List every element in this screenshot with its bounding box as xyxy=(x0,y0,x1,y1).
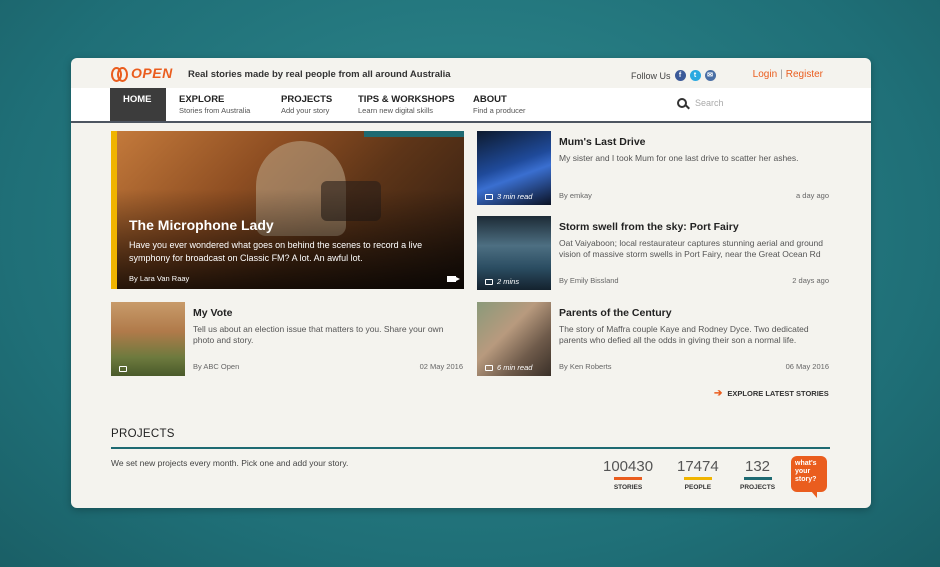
story-date: 2 days ago xyxy=(792,276,829,285)
logo-text: OPEN xyxy=(131,65,173,81)
stat-bar xyxy=(683,477,712,480)
page-card: OPEN Real stories made by real people fr… xyxy=(71,58,871,508)
story-card[interactable]: My Vote Tell us about an election issue … xyxy=(111,302,471,377)
stat-value: 132 xyxy=(745,458,771,475)
story-card[interactable]: 6 min read Parents of the Century The st… xyxy=(477,302,837,377)
stat-label: PROJECTS xyxy=(740,484,776,491)
book-icon xyxy=(119,366,127,372)
nav-explore[interactable]: EXPLORE Stories from Australia xyxy=(166,88,263,121)
feature-byline[interactable]: By Lara Van Raay xyxy=(129,274,189,283)
read-time-badge: 6 min read xyxy=(485,363,532,372)
read-time: 2 mins xyxy=(497,277,520,286)
story-date: a day ago xyxy=(796,191,829,200)
stat-bar xyxy=(614,477,643,480)
projects-heading: PROJECTS xyxy=(111,428,175,440)
story-card[interactable]: 3 min read Mum's Last Drive My sister an… xyxy=(477,131,837,206)
nav-home[interactable]: HOME xyxy=(110,88,166,121)
projects-subtitle: We set new projects every month. Pick on… xyxy=(111,458,349,468)
story-description: Oat Vaiyaboon; local restaurateur captur… xyxy=(559,238,823,259)
story-description: The story of Maffra couple Kaye and Rodn… xyxy=(559,324,809,345)
feature-description: Have you ever wondered what goes on behi… xyxy=(129,240,423,263)
nav-projects-sub: Add your story xyxy=(281,106,330,115)
book-icon xyxy=(485,193,493,200)
register-link[interactable]: Register xyxy=(786,69,823,80)
follow-us: Follow Us f t ✉ xyxy=(631,70,716,81)
book-icon xyxy=(485,364,493,371)
story-description: My sister and I took Mum for one last dr… xyxy=(559,153,799,163)
stat-projects[interactable]: 132 PROJECTS xyxy=(740,458,775,491)
video-camera-icon xyxy=(485,278,493,285)
story-thumbnail[interactable]: 3 min read xyxy=(477,131,551,205)
login-link[interactable]: Login xyxy=(753,69,777,80)
story-thumbnail[interactable]: 2 mins xyxy=(477,216,551,290)
top-bar: OPEN Real stories made by real people fr… xyxy=(71,58,871,88)
projects-divider xyxy=(111,447,830,449)
story-thumbnail[interactable] xyxy=(111,302,185,376)
story-card[interactable]: 2 mins Storm swell from the sky: Port Fa… xyxy=(477,216,837,291)
read-time-badge xyxy=(119,366,127,372)
read-time: 6 min read xyxy=(497,363,533,372)
stat-label: STORIES xyxy=(613,484,643,491)
nav-tips-sub: Learn new digital skills xyxy=(358,106,434,115)
stat-people[interactable]: 17474 PEOPLE xyxy=(677,458,719,491)
abc-open-logo[interactable]: OPEN xyxy=(111,65,173,82)
search-icon[interactable] xyxy=(677,98,687,108)
read-time-badge: 2 mins xyxy=(485,277,519,286)
arrow-right-icon: ➔ xyxy=(714,388,723,399)
nav-tips-label: TIPS & WORKSHOPS xyxy=(358,94,455,105)
read-time-badge: 3 min read xyxy=(485,192,532,201)
nav-explore-label: EXPLORE xyxy=(179,94,225,105)
facebook-icon[interactable]: f xyxy=(674,70,686,81)
story-byline[interactable]: By emkay xyxy=(559,191,592,200)
featured-story[interactable]: The Microphone Lady Have you ever wonder… xyxy=(111,131,464,289)
story-byline[interactable]: By Ken Roberts xyxy=(559,362,612,371)
story-title[interactable]: Storm swell from the sky: Port Fairy xyxy=(559,221,739,233)
story-byline[interactable]: By Emily Bissland xyxy=(559,276,619,285)
main-nav: HOME EXPLORE Stories from Australia PROJ… xyxy=(71,88,871,123)
nav-about-label: ABOUT xyxy=(473,94,507,105)
nav-explore-sub: Stories from Australia xyxy=(179,106,251,115)
nav-home-label: HOME xyxy=(123,94,152,105)
story-date: 06 May 2016 xyxy=(785,362,829,371)
search-box[interactable] xyxy=(677,97,777,109)
search-input[interactable] xyxy=(693,97,777,109)
site-tagline: Real stories made by real people from al… xyxy=(188,69,451,80)
email-icon[interactable]: ✉ xyxy=(704,70,716,81)
story-description: Tell us about an election issue that mat… xyxy=(193,324,444,345)
stat-value: 17474 xyxy=(677,458,719,475)
feature-accent-stripe xyxy=(111,131,117,289)
stat-label: PEOPLE xyxy=(684,484,712,491)
nav-about-sub: Find a producer xyxy=(473,106,526,115)
auth-links: Login | Register xyxy=(753,69,823,80)
nav-about[interactable]: ABOUT Find a producer xyxy=(460,88,539,121)
story-byline[interactable]: By ABC Open xyxy=(193,362,239,371)
feature-top-accent xyxy=(364,131,464,137)
auth-separator: | xyxy=(780,69,783,80)
read-time: 3 min read xyxy=(497,192,533,201)
stat-stories[interactable]: 100430 STORIES xyxy=(603,458,653,491)
stat-bar xyxy=(743,477,772,480)
feature-title[interactable]: The Microphone Lady xyxy=(129,217,274,233)
story-title[interactable]: My Vote xyxy=(193,307,232,319)
nav-projects-label: PROJECTS xyxy=(281,94,333,105)
follow-label: Follow Us xyxy=(631,70,671,81)
stat-value: 100430 xyxy=(603,458,654,475)
story-title[interactable]: Mum's Last Drive xyxy=(559,136,646,148)
explore-latest-link[interactable]: ➔ EXPLORE LATEST STORIES xyxy=(714,388,829,399)
explore-latest-label: EXPLORE LATEST STORIES xyxy=(727,389,829,398)
story-thumbnail[interactable]: 6 min read xyxy=(477,302,551,376)
whats-your-story-badge[interactable]: what's your story? xyxy=(791,456,827,498)
video-camera-icon xyxy=(447,276,460,282)
nav-tips-workshops[interactable]: TIPS & WORKSHOPS Learn new digital skill… xyxy=(345,88,468,121)
story-date: 02 May 2016 xyxy=(419,362,463,371)
story-title[interactable]: Parents of the Century xyxy=(559,307,672,319)
twitter-icon[interactable]: t xyxy=(689,70,701,81)
nav-projects[interactable]: PROJECTS Add your story xyxy=(268,88,345,121)
abc-logo-icon xyxy=(111,67,128,82)
